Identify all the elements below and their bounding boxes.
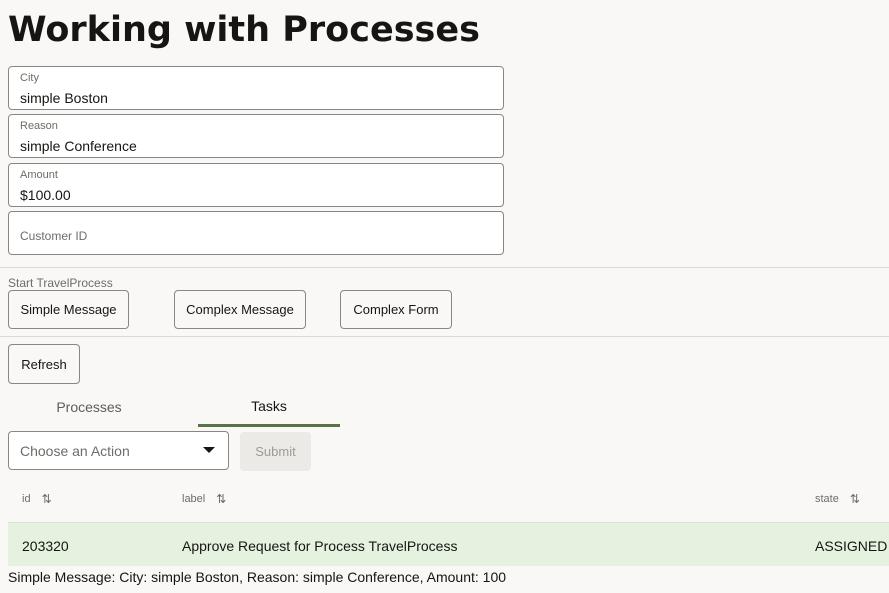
simple-message-button[interactable]: Simple Message	[8, 290, 129, 329]
cell-id: 203320	[22, 538, 69, 554]
city-value: simple Boston	[20, 90, 108, 106]
reason-label: Reason	[20, 120, 58, 132]
table-row[interactable]: 203320 Approve Request for Process Trave…	[8, 522, 889, 566]
city-label: City	[20, 72, 39, 84]
column-header-label-col[interactable]: label ⇅	[182, 492, 226, 506]
customer-id-field[interactable]: Customer ID	[8, 211, 504, 255]
amount-field[interactable]: Amount $100.00	[8, 163, 504, 207]
customer-id-placeholder: Customer ID	[20, 229, 88, 243]
column-header-state[interactable]: state ⇅	[815, 492, 860, 506]
complex-form-button[interactable]: Complex Form	[340, 290, 452, 329]
column-header-label: id	[22, 493, 31, 505]
amount-value: $100.00	[20, 187, 71, 203]
reason-field[interactable]: Reason simple Conference	[8, 114, 504, 158]
tab-tasks[interactable]: Tasks	[198, 388, 340, 427]
refresh-button[interactable]: Refresh	[8, 344, 80, 384]
column-header-id[interactable]: id ⇅	[22, 492, 52, 506]
amount-label: Amount	[20, 169, 58, 181]
city-field[interactable]: City simple Boston	[8, 66, 504, 110]
reason-value: simple Conference	[20, 138, 137, 154]
divider	[0, 267, 889, 268]
action-select[interactable]: Choose an Action	[8, 431, 229, 470]
sort-arrows-icon[interactable]: ⇅	[850, 492, 860, 506]
complex-message-button[interactable]: Complex Message	[174, 290, 306, 329]
chevron-down-icon	[203, 447, 215, 453]
cell-state: ASSIGNED	[815, 538, 888, 554]
tab-processes[interactable]: Processes	[18, 388, 160, 426]
divider	[0, 336, 889, 337]
action-select-placeholder: Choose an Action	[20, 443, 130, 459]
page-title: Working with Processes	[8, 10, 480, 50]
sort-arrows-icon[interactable]: ⇅	[42, 492, 52, 506]
column-header-label: state	[815, 493, 839, 505]
sort-arrows-icon[interactable]: ⇅	[216, 492, 226, 506]
start-process-label: Start TravelProcess	[8, 276, 113, 290]
submit-button[interactable]: Submit	[240, 432, 311, 471]
column-header-label: label	[182, 493, 206, 505]
cell-label: Approve Request for Process TravelProces…	[182, 538, 458, 554]
result-message: Simple Message: City: simple Boston, Rea…	[8, 569, 507, 585]
